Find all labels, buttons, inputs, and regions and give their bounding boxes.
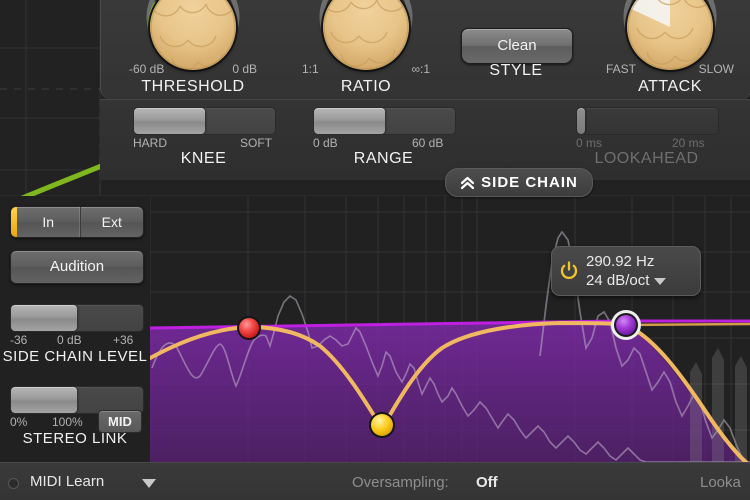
ratio-label: RATIO xyxy=(340,78,392,95)
range-label: RANGE xyxy=(353,150,414,167)
eq-node-popup-text: 290.92 Hz 24 dB/oct xyxy=(586,252,667,290)
lookahead-min-label: 0 ms xyxy=(576,136,603,150)
stereo-link-min-label: 0% xyxy=(10,415,28,429)
side-chain-toggle-button[interactable]: SIDE CHAIN xyxy=(445,168,593,197)
oversampling-value[interactable]: Off xyxy=(476,474,498,491)
sidechain-level-mid-label: 0 dB xyxy=(57,333,82,347)
sidechain-level-fill xyxy=(11,305,77,331)
chevron-up-double-icon xyxy=(461,176,475,189)
stereo-link-fill xyxy=(11,387,77,413)
spectrum-bars-right xyxy=(690,348,747,462)
knee-slider-fill xyxy=(134,108,205,134)
ratio-knob[interactable] xyxy=(323,0,409,70)
stereo-link-label: STEREO LINK xyxy=(22,430,128,447)
ratio-min-label: 1:1 xyxy=(302,62,319,76)
stereo-link-mid-label: 100% xyxy=(52,415,83,429)
attack-max-label: SLOW xyxy=(698,62,734,76)
eq-node-yellow xyxy=(369,412,395,438)
power-icon xyxy=(560,261,578,280)
range-min-label: 0 dB xyxy=(313,136,338,150)
sidechain-level-slider[interactable] xyxy=(10,304,144,332)
lookahead-slider[interactable] xyxy=(576,107,719,135)
knob-scallop-texture xyxy=(323,0,409,70)
threshold-label: THRESHOLD xyxy=(141,78,245,95)
eq-node-frequency: 290.92 Hz xyxy=(586,253,655,270)
style-button[interactable]: Clean xyxy=(461,28,573,64)
knee-max-label: SOFT xyxy=(240,136,272,150)
eq-flat-line-right xyxy=(625,322,750,327)
side-chain-toggle-label: SIDE CHAIN xyxy=(481,174,578,191)
sidechain-level-label: SIDE CHAIN LEVEL xyxy=(2,348,148,365)
knob-scallop-texture xyxy=(627,0,713,70)
eq-node-purple xyxy=(611,310,641,340)
threshold-knob[interactable] xyxy=(150,0,236,70)
caret-down-icon[interactable] xyxy=(654,277,667,285)
lookahead-max-label: 20 ms xyxy=(672,136,705,150)
sidechain-level-min-label: -36 xyxy=(10,333,28,347)
knee-slider[interactable] xyxy=(133,107,276,135)
sidechain-source-ext[interactable]: Ext xyxy=(79,207,144,237)
power-button[interactable] xyxy=(552,261,586,281)
knee-label: KNEE xyxy=(180,150,227,167)
eq-node-red xyxy=(237,316,261,340)
midi-led-indicator[interactable] xyxy=(8,478,19,489)
midi-learn-button[interactable]: MIDI Learn xyxy=(30,473,104,490)
knob-scallop-texture xyxy=(150,0,236,70)
threshold-max-label: 0 dB xyxy=(232,62,257,76)
sidechain-source-toggle[interactable]: In Ext xyxy=(10,206,144,238)
knee-min-label: HARD xyxy=(133,136,168,150)
ratio-max-label: ∞:1 xyxy=(411,62,430,76)
range-max-label: 60 dB xyxy=(412,136,444,150)
sidechain-level-max-label: +36 xyxy=(113,333,134,347)
attack-label: ATTACK xyxy=(638,78,702,95)
eq-node-slope: 24 dB/oct xyxy=(586,272,650,289)
range-slider-fill xyxy=(314,108,385,134)
sidechain-source-in[interactable]: In xyxy=(17,207,80,237)
bottom-status-bar: MIDI Learn Oversampling: Off Looka xyxy=(0,462,750,500)
oversampling-label: Oversampling: xyxy=(352,474,449,491)
attack-knob[interactable] xyxy=(627,0,713,70)
range-slider[interactable] xyxy=(313,107,456,135)
lookahead-slider-fill xyxy=(577,108,586,134)
bottom-lookahead-label: Looka xyxy=(700,474,741,491)
eq-node-popup[interactable]: 290.92 Hz 24 dB/oct xyxy=(551,246,701,296)
threshold-min-label: -60 dB xyxy=(129,62,165,76)
side-chain-controls-column: In Ext Audition -36 0 dB +36 SIDE CHAIN … xyxy=(0,196,150,462)
caret-down-icon[interactable] xyxy=(142,479,156,488)
lookahead-label: LOOKAHEAD xyxy=(594,150,699,167)
plugin-window: -60 dB 0 dB THRESHOLD 1:1 ∞:1 RATIO Clea… xyxy=(0,0,750,500)
audition-button[interactable]: Audition xyxy=(10,250,144,284)
attack-min-label: FAST xyxy=(606,62,637,76)
style-label: STYLE xyxy=(489,62,543,79)
